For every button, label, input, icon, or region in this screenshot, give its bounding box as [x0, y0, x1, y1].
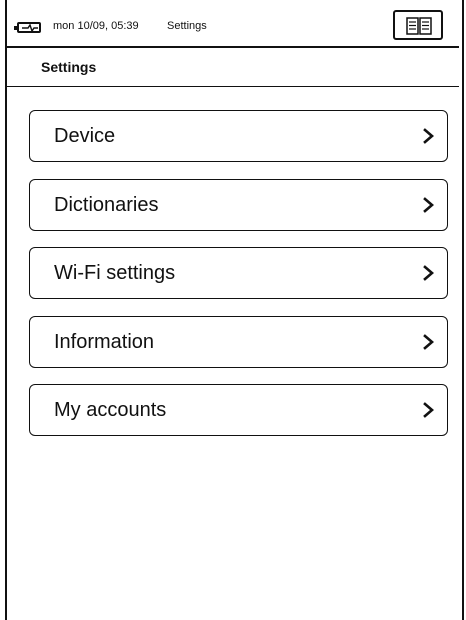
view-mode-button[interactable]	[393, 10, 443, 40]
chevron-right-icon	[423, 333, 434, 350]
two-page-view-icon	[406, 17, 432, 35]
chevron-right-icon	[423, 196, 434, 213]
menu-item-my-accounts[interactable]: My accounts	[29, 384, 448, 436]
page-title: Settings	[41, 59, 97, 75]
menu-item-label: My accounts	[54, 399, 167, 421]
menu-item-device[interactable]: Device	[29, 110, 448, 162]
menu-item-label: Information	[54, 330, 155, 353]
menu-item-label: Device	[54, 125, 116, 147]
menu-item-wifi-settings[interactable]: Wi-Fi settings	[29, 247, 448, 299]
battery-charging-icon	[14, 22, 41, 33]
status-app-name: Settings	[167, 20, 207, 32]
chevron-right-icon	[423, 265, 434, 281]
menu-item-dictionaries[interactable]: Dictionaries	[29, 178, 448, 231]
status-bar: mon 10/09, 05:39 Settings	[7, 8, 459, 48]
chevron-right-icon	[423, 402, 434, 418]
status-datetime: mon 10/09, 05:39	[53, 20, 139, 32]
settings-menu: Device Dictionaries Wi-Fi settings Infor…	[29, 110, 448, 453]
page-header: Settings	[7, 48, 459, 87]
chevron-right-icon	[423, 128, 434, 144]
menu-item-label: Dictionaries	[54, 193, 159, 216]
menu-item-information[interactable]: Information	[29, 315, 448, 368]
menu-item-label: Wi-Fi settings	[54, 262, 176, 284]
